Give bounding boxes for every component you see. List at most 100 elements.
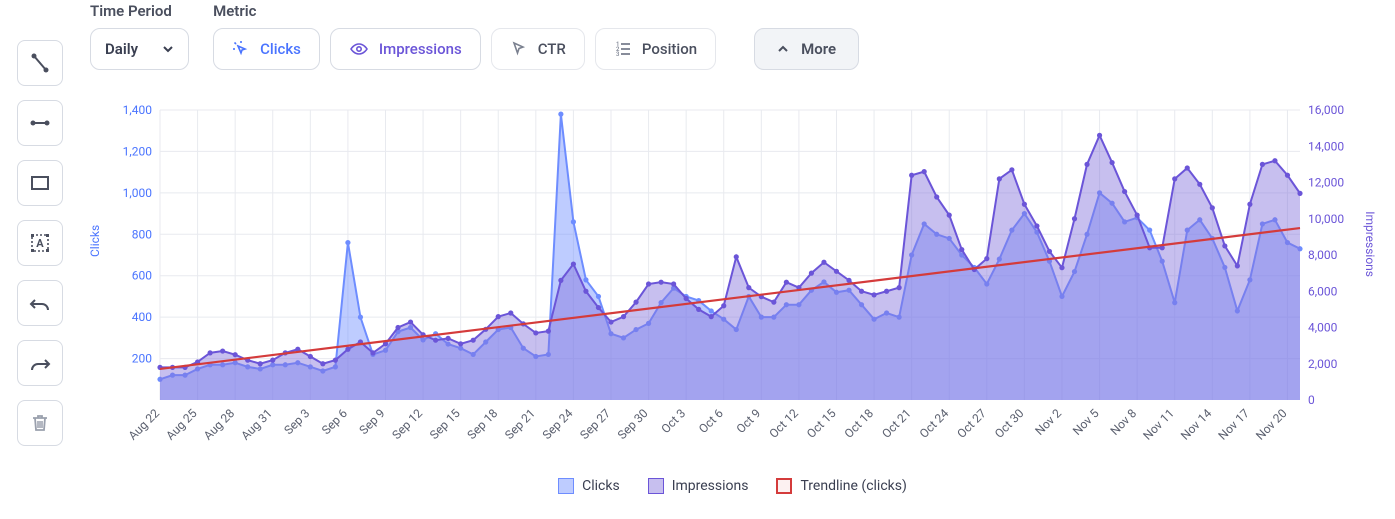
tool-text[interactable]: A — [17, 220, 63, 266]
svg-text:Oct 21: Oct 21 — [879, 406, 914, 441]
svg-text:3: 3 — [616, 51, 620, 58]
legend-impressions: Impressions — [648, 478, 749, 494]
svg-text:Sep 9: Sep 9 — [357, 406, 388, 437]
legend-clicks-label: Clicks — [582, 478, 620, 494]
svg-text:1,200: 1,200 — [123, 144, 153, 158]
chart[interactable]: 200 400 600 800 1,000 1,200 1,400 0 2,000 4,000 6,… — [90, 100, 1370, 470]
svg-text:Aug 25: Aug 25 — [163, 406, 200, 443]
more-button[interactable]: More — [754, 28, 859, 70]
svg-text:Oct 15: Oct 15 — [804, 406, 839, 441]
svg-text:Nov 11: Nov 11 — [1140, 406, 1176, 442]
more-label: More — [801, 40, 836, 58]
svg-text:Sep 12: Sep 12 — [389, 406, 425, 442]
svg-text:Oct 9: Oct 9 — [734, 406, 764, 436]
tool-trash[interactable] — [17, 400, 63, 446]
metric-clicks[interactable]: Clicks — [213, 28, 320, 70]
controls-row: Time Period Daily Metric Clicks Impressi… — [90, 0, 1375, 70]
y-left-label: Clicks — [88, 225, 102, 257]
chart-wrap: Clicks Impressions 200 400 600 800 1,000 1,20… — [90, 100, 1375, 494]
list-ordered-icon: 123 — [614, 40, 632, 58]
svg-text:Oct 12: Oct 12 — [766, 406, 801, 441]
svg-text:400: 400 — [132, 310, 152, 324]
time-period-group: Time Period Daily — [90, 2, 189, 70]
metric-clicks-label: Clicks — [260, 40, 301, 58]
svg-text:Oct 27: Oct 27 — [954, 406, 989, 441]
svg-text:8,000: 8,000 — [1308, 248, 1338, 262]
time-period-label: Time Period — [90, 2, 189, 20]
metric-label: Metric — [213, 2, 859, 20]
svg-text:Nov 17: Nov 17 — [1216, 406, 1253, 443]
metric-group-wrap: Metric Clicks Impressions CTR — [213, 2, 859, 70]
svg-text:Sep 21: Sep 21 — [502, 406, 538, 442]
svg-text:Nov 5: Nov 5 — [1070, 406, 1102, 438]
svg-text:2,000: 2,000 — [1308, 357, 1338, 371]
tool-undo[interactable] — [17, 280, 63, 326]
svg-text:A: A — [36, 237, 44, 250]
time-period-dropdown[interactable]: Daily — [90, 28, 189, 70]
svg-text:Sep 6: Sep 6 — [319, 406, 350, 437]
svg-text:Aug 28: Aug 28 — [201, 406, 238, 443]
tool-line[interactable] — [17, 40, 63, 86]
legend-impressions-label: Impressions — [672, 478, 749, 494]
undo-icon — [29, 292, 51, 314]
svg-text:600: 600 — [132, 269, 152, 283]
y-right-label: Impressions — [1363, 211, 1377, 277]
legend-trend-label: Trendline (clicks) — [800, 478, 906, 494]
svg-text:Oct 18: Oct 18 — [842, 406, 877, 441]
trash-icon — [30, 413, 50, 433]
chevron-down-icon — [162, 43, 174, 55]
line-icon — [29, 52, 51, 74]
svg-text:Aug 31: Aug 31 — [238, 406, 274, 442]
svg-text:12,000: 12,000 — [1308, 176, 1344, 190]
swatch-trend — [776, 478, 792, 494]
legend-trend: Trendline (clicks) — [776, 478, 906, 494]
svg-text:4,000: 4,000 — [1308, 321, 1338, 335]
time-period-value: Daily — [105, 40, 138, 58]
svg-text:Nov 2: Nov 2 — [1032, 406, 1064, 438]
svg-text:1,400: 1,400 — [123, 103, 153, 117]
tool-redo[interactable] — [17, 340, 63, 386]
redo-icon — [29, 352, 51, 374]
rect-icon — [29, 172, 51, 194]
metric-ctr[interactable]: CTR — [491, 28, 585, 70]
svg-text:0: 0 — [1308, 393, 1315, 407]
svg-text:Aug 22: Aug 22 — [126, 406, 163, 443]
swatch-impressions — [648, 478, 664, 494]
svg-text:1,000: 1,000 — [123, 186, 153, 200]
svg-text:16,000: 16,000 — [1308, 103, 1344, 117]
metric-impressions[interactable]: Impressions — [330, 28, 481, 70]
metric-position[interactable]: 123 Position — [595, 28, 716, 70]
eye-icon — [349, 39, 369, 59]
cursor-click-icon — [232, 40, 250, 58]
svg-text:200: 200 — [132, 352, 152, 366]
text-icon: A — [29, 232, 51, 254]
svg-text:Nov 20: Nov 20 — [1253, 406, 1290, 443]
svg-text:6,000: 6,000 — [1308, 284, 1338, 298]
svg-text:Sep 3: Sep 3 — [281, 406, 312, 437]
metric-impressions-label: Impressions — [379, 40, 462, 58]
svg-text:Sep 24: Sep 24 — [540, 406, 576, 442]
svg-text:10,000: 10,000 — [1308, 212, 1344, 226]
tool-hline[interactable] — [17, 100, 63, 146]
chevron-up-icon — [777, 43, 789, 55]
metric-position-label: Position — [642, 40, 697, 58]
drawing-toolbar: A — [0, 0, 80, 519]
svg-text:800: 800 — [132, 227, 152, 241]
legend-clicks: Clicks — [558, 478, 620, 494]
svg-text:14,000: 14,000 — [1308, 139, 1344, 153]
svg-text:Oct 24: Oct 24 — [917, 406, 952, 441]
svg-text:Oct 6: Oct 6 — [696, 406, 726, 436]
svg-text:Sep 30: Sep 30 — [615, 406, 651, 442]
svg-text:Sep 27: Sep 27 — [577, 406, 613, 442]
pointer-icon — [510, 40, 528, 58]
swatch-clicks — [558, 478, 574, 494]
svg-text:Oct 30: Oct 30 — [992, 406, 1027, 441]
svg-text:Sep 18: Sep 18 — [465, 406, 501, 442]
legend: Clicks Impressions Trendline (clicks) — [90, 478, 1375, 494]
svg-text:Oct 3: Oct 3 — [658, 406, 688, 436]
svg-text:Sep 15: Sep 15 — [427, 406, 463, 442]
metric-ctr-label: CTR — [538, 40, 566, 58]
svg-text:Nov 8: Nov 8 — [1108, 406, 1140, 438]
tool-rect[interactable] — [17, 160, 63, 206]
svg-text:Nov 14: Nov 14 — [1178, 406, 1215, 443]
